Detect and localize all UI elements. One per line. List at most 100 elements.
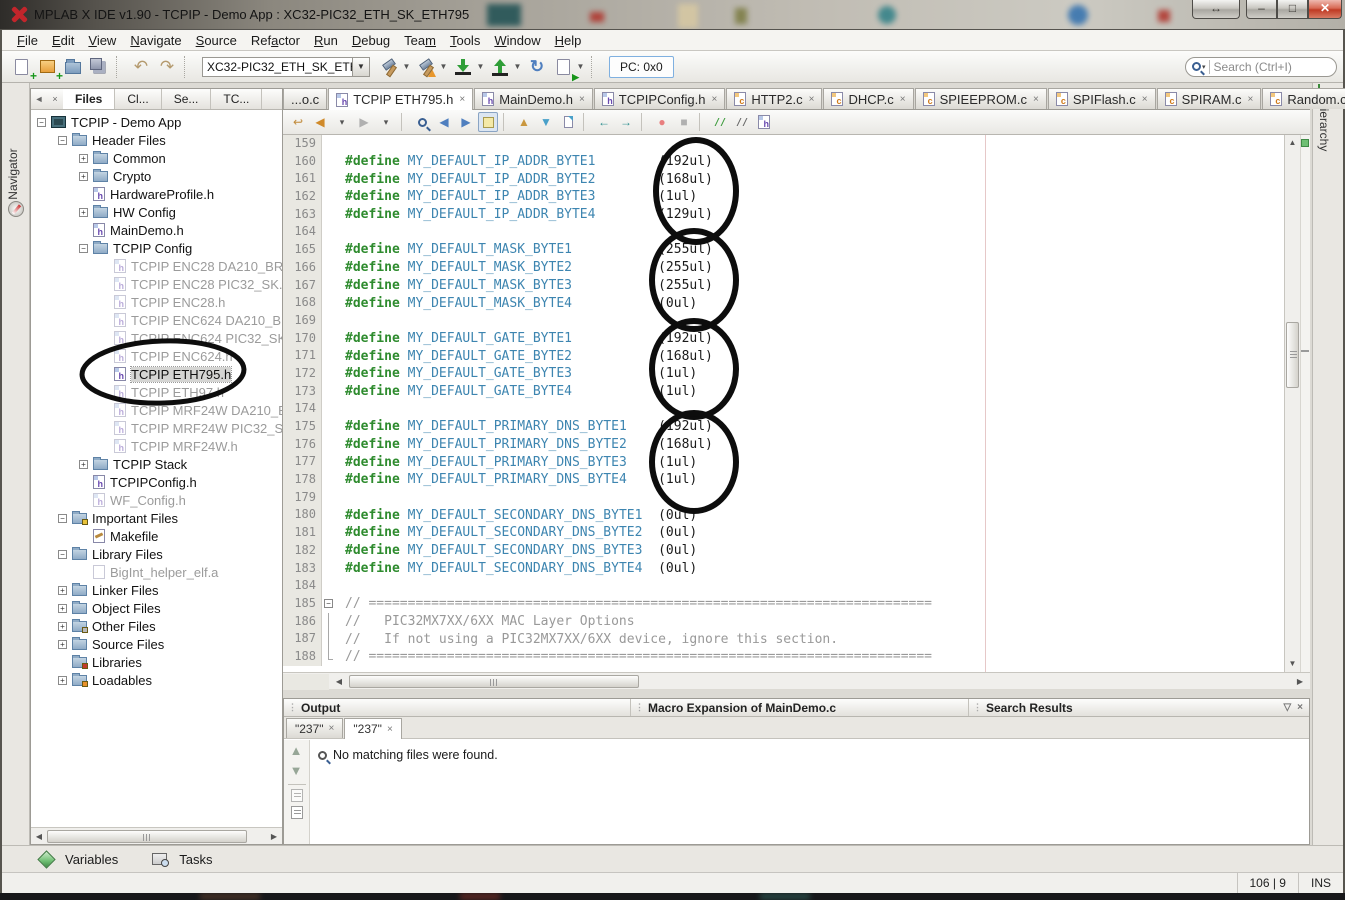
back-icon[interactable]: ◀: [310, 112, 330, 132]
expand-toggle-icon[interactable]: +: [79, 459, 88, 469]
menu-navigate[interactable]: Navigate: [123, 31, 188, 50]
scrollbar-thumb[interactable]: [47, 829, 247, 843]
tab-spiram-c[interactable]: SPIRAM.c ×: [1156, 88, 1262, 109]
close-tab-icon[interactable]: ×: [711, 94, 717, 105]
debug-project-button[interactable]: ▶: [551, 55, 579, 82]
scroll-up-icon[interactable]: ▲: [1285, 135, 1300, 151]
menu-run[interactable]: Run: [307, 31, 345, 50]
chevron-down-icon[interactable]: ▾: [1202, 63, 1206, 71]
build-button[interactable]: [377, 55, 401, 79]
search-tab-0[interactable]: "237" ×: [286, 718, 344, 738]
forward-icon[interactable]: ▶: [354, 112, 374, 132]
panel-tab-files[interactable]: Files: [63, 89, 116, 109]
tree-item-important-files[interactable]: − Important Files: [31, 509, 282, 527]
close-panel-icon[interactable]: ×: [47, 89, 63, 109]
navigator-strip-label[interactable]: Navigator: [6, 139, 20, 209]
minimize-button[interactable]: –: [1246, 0, 1277, 19]
tab-o-c[interactable]: ...o.c: [283, 88, 328, 109]
minimize-pane-icon[interactable]: ▽: [1283, 702, 1291, 713]
next-bookmark-icon[interactable]: ▼: [536, 112, 556, 132]
tree-item-tcpip-mrf24w-da210-brd-h[interactable]: TCPIP MRF24W DA210_BRD.h: [31, 401, 282, 419]
tree-item-common[interactable]: + Common: [31, 149, 282, 167]
caret-position-indicator[interactable]: 106 | 9: [1236, 873, 1298, 893]
save-all-button[interactable]: [87, 55, 111, 79]
dd-icon[interactable]: ▾: [332, 112, 352, 132]
editor-vertical-scrollbar[interactable]: ▲ ▼: [1284, 135, 1300, 672]
close-tab-icon[interactable]: ×: [1033, 94, 1039, 105]
menu-debug[interactable]: Debug: [345, 31, 397, 50]
insert-mode-indicator[interactable]: INS: [1297, 873, 1343, 893]
make-program-button[interactable]: [451, 55, 475, 79]
expand-toggle-icon[interactable]: +: [79, 153, 88, 163]
tree-item-tcpip-config[interactable]: − TCPIP Config: [31, 239, 282, 257]
close-button[interactable]: ✕: [1308, 0, 1342, 19]
tree-item-tcpip-stack[interactable]: + TCPIP Stack: [31, 455, 282, 473]
tree-item-source-files[interactable]: + Source Files: [31, 635, 282, 653]
scroll-right-icon[interactable]: ▶: [1292, 674, 1308, 689]
variables-window-button[interactable]: Variables: [65, 852, 118, 867]
close-tab-icon[interactable]: ×: [579, 94, 585, 105]
shift-right-icon[interactable]: →: [616, 112, 636, 132]
tab-spieeprom-c[interactable]: SPIEEPROM.c ×: [914, 88, 1047, 109]
tree-item-hw-config[interactable]: + HW Config: [31, 203, 282, 221]
find-next-icon[interactable]: ▶: [456, 112, 476, 132]
menu-help[interactable]: Help: [548, 31, 589, 50]
resize-toggle-button[interactable]: ↔: [1192, 0, 1240, 19]
close-tab-icon[interactable]: ×: [387, 724, 393, 735]
menu-window[interactable]: Window: [487, 31, 547, 50]
tree-item-tcpip-mrf24w-pic32-sk-h[interactable]: TCPIP MRF24W PIC32_SK.h: [31, 419, 282, 437]
fold-collapse-icon[interactable]: −: [324, 598, 333, 608]
tree-item-object-files[interactable]: + Object Files: [31, 599, 282, 617]
tree-item-makefile[interactable]: Makefile: [31, 527, 282, 545]
refresh-debug-button[interactable]: ↻: [525, 55, 549, 79]
breakpoint-icon[interactable]: ●: [652, 112, 672, 132]
tab-http2-c[interactable]: HTTP2.c ×: [726, 88, 823, 109]
previous-result-icon[interactable]: ▲: [284, 740, 308, 760]
program-device-button[interactable]: [488, 55, 512, 79]
tab-random-c[interactable]: Random.c: [1262, 88, 1345, 109]
close-tab-icon[interactable]: ×: [1248, 94, 1254, 105]
tree-item-tcpip-enc28-pic32-sk-h[interactable]: TCPIP ENC28 PIC32_SK.h: [31, 275, 282, 293]
next-result-icon[interactable]: ▼: [284, 760, 308, 780]
find-previous-icon[interactable]: ◀: [434, 112, 454, 132]
show-details-icon[interactable]: [290, 789, 303, 802]
fold-margin[interactable]: [322, 612, 335, 631]
menu-tools[interactable]: Tools: [443, 31, 487, 50]
scrollbar-thumb[interactable]: [349, 675, 639, 688]
chevron-down-icon[interactable]: ▼: [352, 57, 369, 76]
expand-toggle-icon[interactable]: −: [58, 513, 67, 523]
fold-margin[interactable]: [322, 647, 335, 666]
tree-item-header-files[interactable]: − Header Files: [31, 131, 282, 149]
maximize-button[interactable]: □: [1277, 0, 1308, 19]
expand-toggle-icon[interactable]: −: [79, 243, 88, 253]
tab-maindemo-h[interactable]: MainDemo.h ×: [474, 88, 593, 109]
expand-toggle-icon[interactable]: +: [79, 207, 88, 217]
expand-toggle-icon[interactable]: +: [58, 621, 67, 631]
open-project-button[interactable]: [61, 55, 85, 79]
close-tab-icon[interactable]: ×: [809, 94, 815, 105]
expand-toggle-icon[interactable]: +: [58, 639, 67, 649]
tree-item-tcpip-demo-app[interactable]: − TCPIP - Demo App: [31, 113, 282, 131]
dropdown-arrow-icon[interactable]: ▼: [439, 55, 448, 79]
expand-toggle-icon[interactable]: +: [58, 585, 67, 595]
tree-item-tcpip-enc624-pic32-sk-h[interactable]: TCPIP ENC624 PIC32_SK.h: [31, 329, 282, 347]
tree-item-maindemo-h[interactable]: MainDemo.h: [31, 221, 282, 239]
tree-item-hardwareprofile-h[interactable]: HardwareProfile.h: [31, 185, 282, 203]
new-file-button[interactable]: +: [9, 55, 37, 83]
uncomment-icon[interactable]: //: [732, 112, 752, 132]
expand-toggle-icon[interactable]: +: [58, 675, 67, 685]
menu-source[interactable]: Source: [189, 31, 244, 50]
tree-item-loadables[interactable]: + Loadables: [31, 671, 282, 689]
search-input[interactable]: ▾ Search (Ctrl+I): [1185, 56, 1337, 77]
close-pane-icon[interactable]: ×: [1297, 702, 1303, 713]
pane-header-macro-expansion[interactable]: ⋮ Macro Expansion of MainDemo.c: [631, 699, 969, 716]
dropdown-arrow-icon[interactable]: ▼: [402, 55, 411, 79]
tree-item-tcpip-enc28-da210-brd-h[interactable]: TCPIP ENC28 DA210_BRD.h: [31, 257, 282, 275]
find-selection-icon[interactable]: [412, 112, 432, 132]
undo-button[interactable]: ↶: [129, 55, 153, 79]
scroll-down-icon[interactable]: ▼: [1285, 656, 1300, 672]
tree-horizontal-scrollbar[interactable]: ◀ ▶: [31, 827, 282, 844]
menu-edit[interactable]: Edit: [45, 31, 81, 50]
titlebar[interactable]: MPLAB X IDE v1.90 - TCPIP - Demo App : X…: [0, 0, 1345, 30]
dropdown-arrow-icon[interactable]: ▼: [476, 55, 485, 79]
